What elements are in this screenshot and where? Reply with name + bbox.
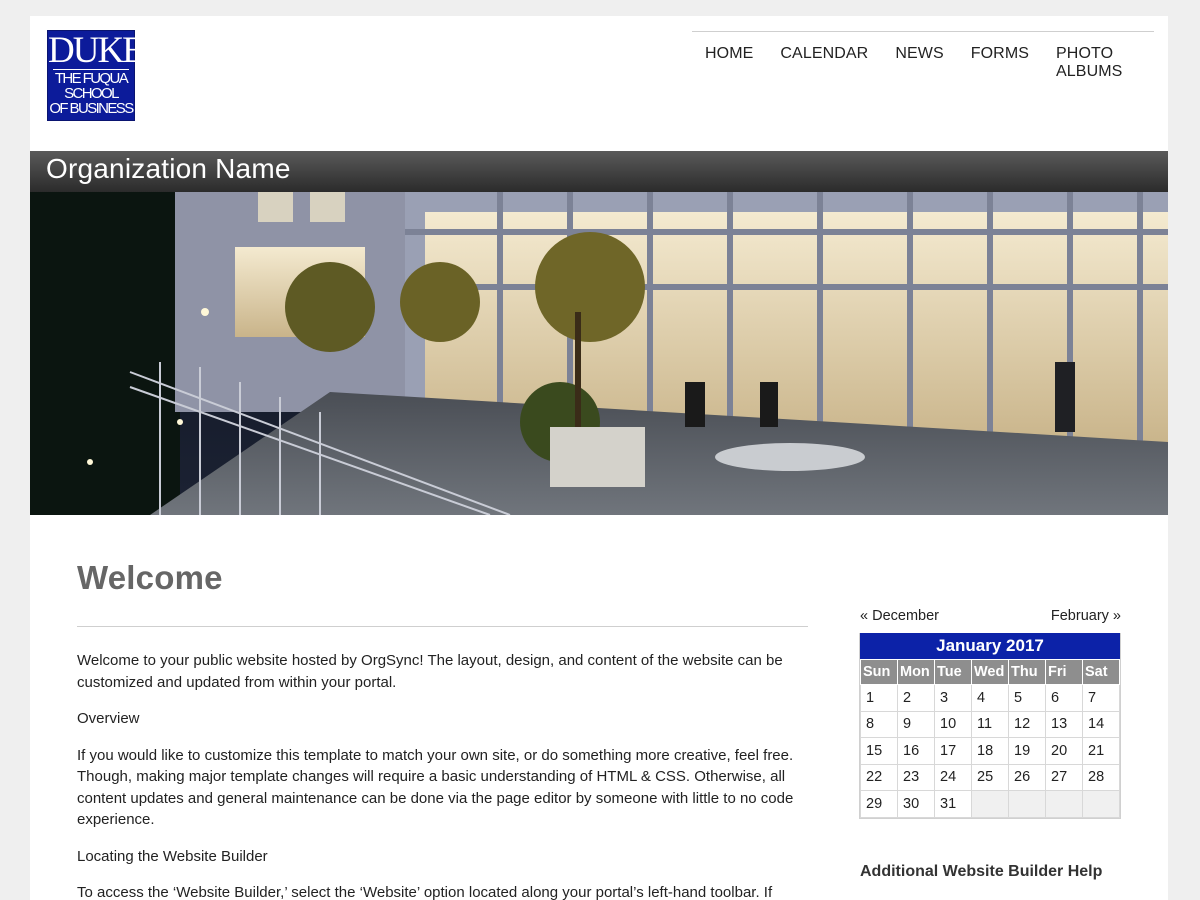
duke-fuqua-logo[interactable]: DUKE THE FUQUA SCHOOL OF BUSINESS: [47, 30, 145, 121]
calendar-day[interactable]: 8: [860, 710, 898, 738]
organization-name: Organization Name: [46, 153, 291, 184]
calendar-day[interactable]: 20: [1045, 737, 1083, 765]
nav-photo-albums[interactable]: PHOTO ALBUMS: [1056, 32, 1154, 81]
calendar-day[interactable]: 11: [971, 710, 1009, 738]
calendar-empty-cell: [1008, 790, 1046, 818]
logo-school-text: THE FUQUA SCHOOL OF BUSINESS: [49, 70, 134, 117]
page: DUKE THE FUQUA SCHOOL OF BUSINESS HOME C…: [30, 16, 1168, 900]
nav-forms[interactable]: FORMS: [971, 32, 1029, 81]
calendar-week-row: 1234567: [860, 684, 1120, 712]
calendar-day[interactable]: 12: [1008, 710, 1046, 738]
calendar-day[interactable]: 13: [1045, 710, 1083, 738]
calendar-day[interactable]: 3: [934, 684, 972, 712]
calendar-week-row: 29 30 31: [860, 790, 1120, 818]
calendar-day[interactable]: 16: [897, 737, 935, 765]
calendar-day[interactable]: 5: [1008, 684, 1046, 712]
main-nav: HOME CALENDAR NEWS FORMS PHOTO ALBUMS: [692, 31, 1154, 81]
calendar-day[interactable]: 29: [860, 790, 898, 818]
hero-photo: [30, 192, 1168, 515]
weekday-sun: Sun: [860, 659, 898, 685]
locating-subheading: Locating the Website Builder: [77, 847, 268, 865]
mini-calendar: January 2017 Sun Mon Tue Wed Thu Fri Sat…: [859, 633, 1121, 819]
calendar-day[interactable]: 24: [934, 763, 972, 791]
calendar-day[interactable]: 2: [897, 684, 935, 712]
calendar-day[interactable]: 28: [1082, 763, 1120, 791]
page-heading: Welcome: [77, 559, 223, 596]
calendar-next-link[interactable]: February »: [1051, 608, 1121, 624]
calendar-day[interactable]: 22: [860, 763, 898, 791]
calendar-grid: Sun Mon Tue Wed Thu Fri Sat 1 2 3 4 5 6 7 8 9 10 1…: [860, 659, 1120, 818]
calendar-day[interactable]: 1: [860, 684, 898, 712]
nav-home[interactable]: HOME: [705, 32, 753, 81]
calendar-day[interactable]: 21: [1082, 737, 1120, 765]
weekday-thu: Thu: [1008, 659, 1046, 685]
calendar-day[interactable]: 18: [971, 737, 1009, 765]
weekday-fri: Fri: [1045, 659, 1083, 685]
access-paragraph: To access the ‘Website Builder,’ select …: [77, 884, 773, 900]
weekday-tue: Tue: [934, 659, 972, 685]
calendar-day[interactable]: 7: [1082, 684, 1120, 712]
welcome-body: Welcome to your public website hosted by…: [77, 650, 817, 900]
calendar-week-row: 15 16 17 18 19 20 21: [860, 737, 1120, 765]
organization-banner-bar: Organization Name: [30, 151, 1168, 192]
calendar-month-nav: « December February »: [860, 608, 1121, 624]
calendar-empty-cell: [1045, 790, 1083, 818]
weekday-sat: Sat: [1082, 659, 1120, 685]
heading-divider: [77, 626, 808, 627]
calendar-day[interactable]: 15: [860, 737, 898, 765]
calendar-day[interactable]: 19: [1008, 737, 1046, 765]
nav-calendar[interactable]: CALENDAR: [780, 32, 868, 81]
intro-paragraph: Welcome to your public website hosted by…: [77, 652, 783, 691]
calendar-day[interactable]: 6: [1045, 684, 1083, 712]
calendar-day[interactable]: 9: [897, 710, 935, 738]
nav-news[interactable]: NEWS: [895, 32, 943, 81]
calendar-day[interactable]: 26: [1008, 763, 1046, 791]
calendar-day[interactable]: 23: [897, 763, 935, 791]
calendar-day[interactable]: 25: [971, 763, 1009, 791]
calendar-day[interactable]: 31: [934, 790, 972, 818]
calendar-day[interactable]: 17: [934, 737, 972, 765]
calendar-weekday-row: Sun Mon Tue Wed Thu Fri Sat: [860, 659, 1120, 685]
weekday-wed: Wed: [971, 659, 1009, 685]
calendar-title: January 2017: [860, 633, 1120, 659]
calendar-day[interactable]: 4: [971, 684, 1009, 712]
calendar-day[interactable]: 10: [934, 710, 972, 738]
calendar-day[interactable]: 14: [1082, 710, 1120, 738]
calendar-day[interactable]: 27: [1045, 763, 1083, 791]
calendar-week-row: 8 9 10 11 12 13 14: [860, 710, 1120, 738]
customize-paragraph: If you would like to customize this temp…: [77, 746, 794, 829]
calendar-empty-cell: [971, 790, 1009, 818]
weekday-mon: Mon: [897, 659, 935, 685]
calendar-empty-cell: [1082, 790, 1120, 818]
calendar-week-row: 22 23 24 25 26 27 28: [860, 763, 1120, 791]
calendar-prev-link[interactable]: « December: [860, 608, 939, 624]
overview-subheading: Overview: [77, 710, 140, 727]
help-heading: Additional Website Builder Help: [860, 863, 1103, 880]
logo-duke-text: DUKE: [48, 30, 145, 71]
calendar-day[interactable]: 30: [897, 790, 935, 818]
